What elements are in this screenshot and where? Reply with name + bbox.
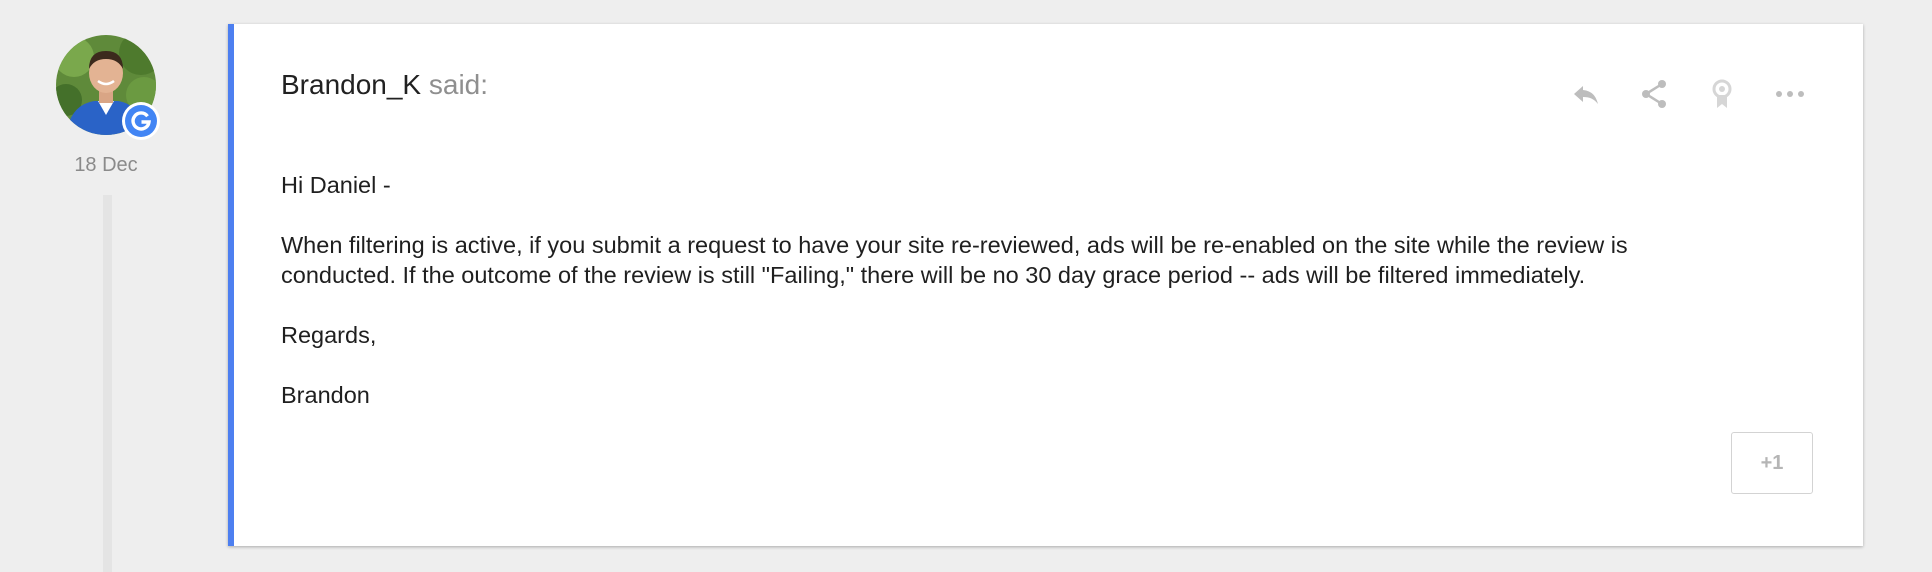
google-badge [122,102,160,140]
post-date: 18 Dec [74,154,138,176]
post-card: Brandon_K said: Hi Daniel - When filteri… [228,24,1863,546]
greeting-paragraph: Hi Daniel - [281,172,391,198]
reply-icon [1574,86,1598,104]
share-button[interactable] [1636,76,1672,112]
said-label: said: [428,69,489,100]
closing-paragraph: Regards, [281,322,377,348]
google-g-icon [125,105,157,137]
more-horiz-icon [1776,91,1804,97]
plus-one-button[interactable]: +1 [1731,432,1813,494]
post-header: Brandon_K said: [281,68,488,102]
award-ribbon-icon [1712,79,1732,108]
reply-button[interactable] [1568,76,1604,112]
body-paragraph: When filtering is active, if you submit … [281,232,1628,288]
badge-button[interactable] [1704,76,1740,112]
author-column: 18 Dec [0,0,212,195]
signature-paragraph: Brandon [281,382,370,408]
share-icon [1642,80,1666,108]
post-body: Hi Daniel - When filtering is active, if… [281,170,1701,440]
author-name[interactable]: Brandon_K [281,69,421,100]
post-actions [1536,76,1808,112]
discussion-page: 18 Dec Brandon_K said: Hi Daniel - When … [0,0,1932,572]
more-button[interactable] [1772,76,1808,112]
